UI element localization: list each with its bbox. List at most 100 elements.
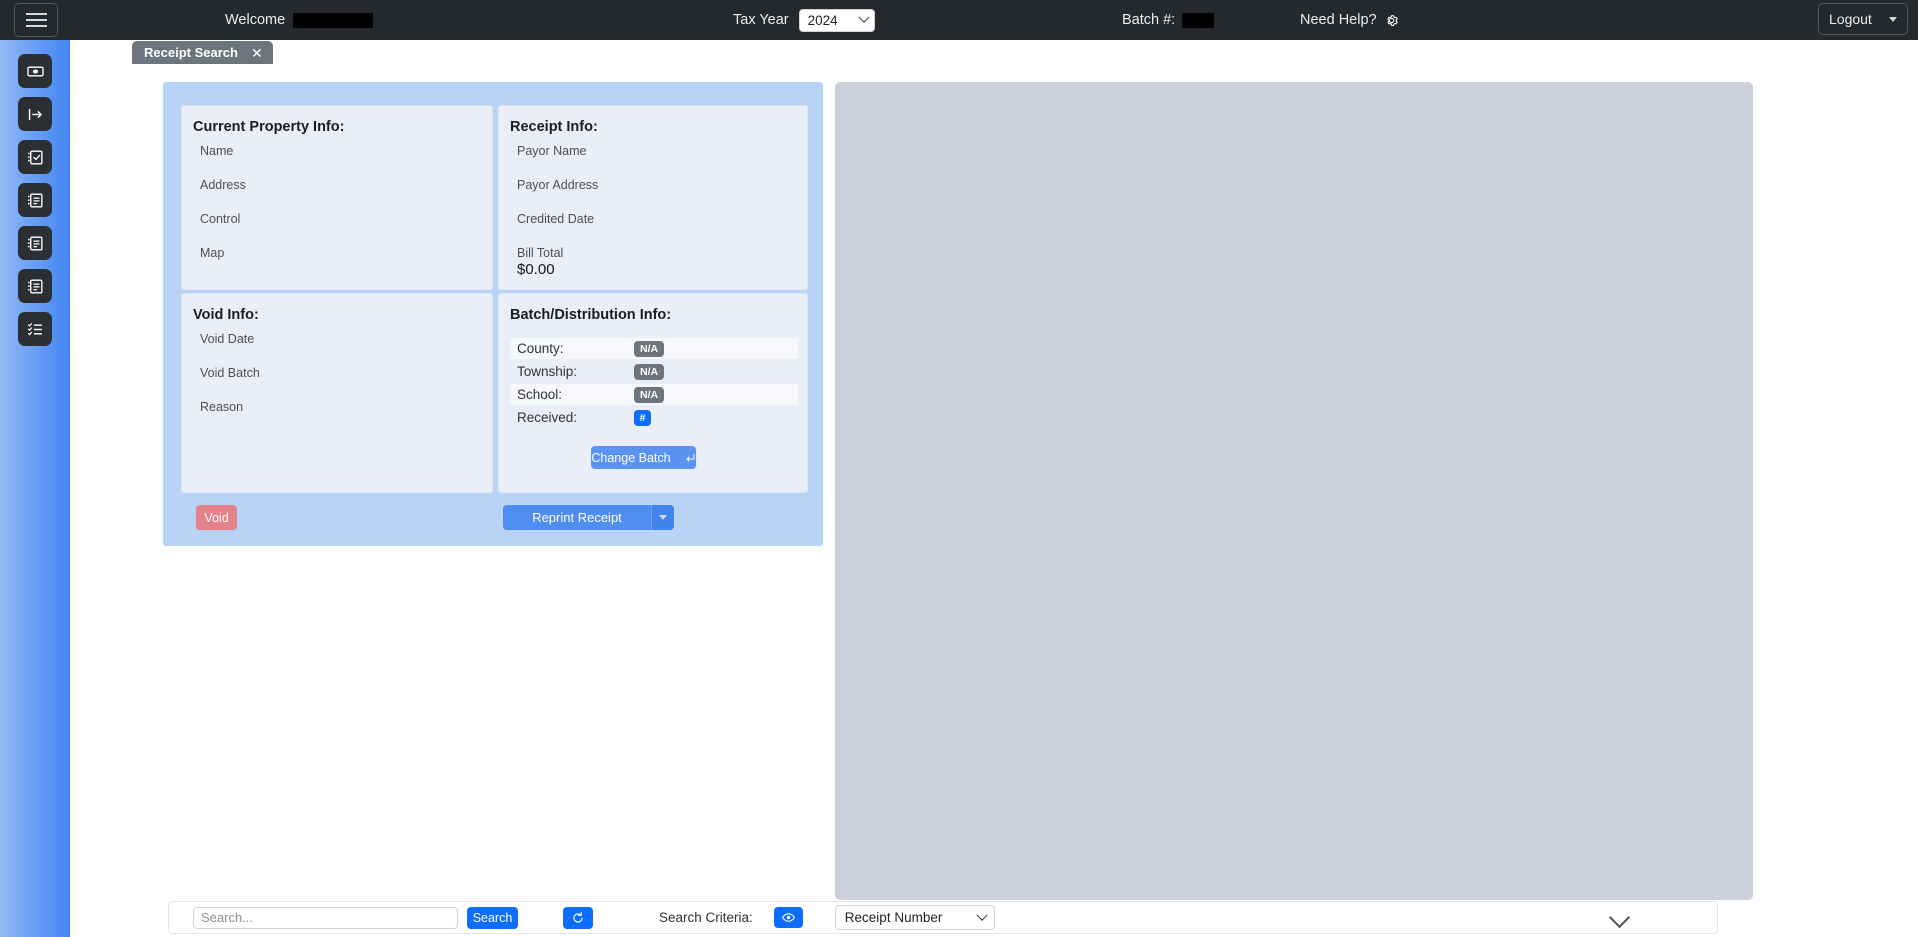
batch-distribution-info-panel: Batch/Distribution Info: County: N/A Tow… — [498, 293, 808, 493]
property-field-name-value — [200, 159, 492, 175]
batch-row-received-label: Received: — [517, 410, 578, 425]
close-icon[interactable]: ✕ — [251, 46, 263, 60]
sidebar-item-reports-2[interactable] — [18, 226, 52, 260]
void-field-date-label: Void Date — [200, 332, 255, 346]
property-field-control-label: Control — [200, 212, 241, 226]
batch-row-school-label: School: — [517, 387, 563, 402]
batch-number-group: Batch #: — [1122, 0, 1215, 40]
property-field-name-label: Name — [200, 144, 234, 158]
hamburger-icon-line — [25, 19, 47, 21]
top-bar: Welcome Tax Year 2024 Batch #: Need Help… — [0, 0, 1918, 40]
void-info-title: Void Info: — [193, 307, 259, 323]
need-help-label: Need Help? — [1300, 12, 1377, 28]
batch-row-received-badge: # — [634, 409, 651, 426]
refresh-icon — [573, 911, 583, 923]
batch-row-school-badge: N/A — [634, 386, 665, 403]
search-criteria-preview-button[interactable] — [773, 907, 803, 928]
receipt-field-bill-total-label: Bill Total — [517, 246, 564, 260]
sidebar-item-distribution[interactable] — [18, 97, 52, 131]
current-property-info-panel: Current Property Info: Name Address Cont… — [181, 105, 493, 290]
welcome-group: Welcome — [225, 0, 374, 40]
tab-strip: Receipt Search ✕ — [70, 40, 1918, 65]
receipt-field-credited-date-value — [517, 227, 807, 243]
property-field-map-value — [200, 261, 492, 277]
batch-value-redacted — [1182, 12, 1215, 28]
welcome-label: Welcome — [225, 12, 286, 28]
left-sidebar — [0, 40, 70, 937]
search-criteria-select[interactable]: Receipt Number — [834, 905, 995, 930]
property-field-address-label: Address — [200, 178, 246, 192]
batch-row-received: Received: # — [510, 407, 798, 428]
void-field-reason-label: Reason — [200, 400, 244, 414]
batch-row-county: County: N/A — [510, 338, 798, 359]
enter-return-icon — [686, 453, 695, 461]
batch-distribution-info-title: Batch/Distribution Info: — [510, 307, 672, 323]
hamburger-icon-line — [25, 13, 47, 15]
change-batch-label: Change Batch — [591, 450, 671, 465]
search-criteria-value: Receipt Number — [844, 910, 943, 925]
tab-label: Receipt Search — [144, 45, 238, 60]
void-field-reason-value — [200, 415, 492, 431]
clipboard-check-icon — [27, 149, 43, 165]
logout-label: Logout — [1829, 11, 1872, 27]
hamburger-menu-button[interactable] — [14, 3, 58, 37]
receipt-field-payor-address-value — [517, 193, 807, 209]
batch-row-school: School: N/A — [510, 384, 798, 405]
chevron-down-icon — [857, 11, 870, 23]
document-list-icon-1 — [27, 192, 43, 208]
batch-row-county-badge: N/A — [634, 340, 665, 357]
search-input[interactable] — [193, 906, 458, 929]
tax-year-group: Tax Year 2024 — [733, 0, 875, 40]
tab-receipt-search[interactable]: Receipt Search ✕ — [132, 41, 273, 64]
chevron-down-icon — [976, 909, 988, 921]
document-list-icon-3 — [27, 278, 43, 294]
hamburger-icon-line — [25, 25, 47, 27]
current-property-info-title: Current Property Info: — [193, 119, 345, 135]
receipt-info-title: Receipt Info: — [510, 119, 598, 135]
receipt-field-payor-name-label: Payor Name — [517, 144, 587, 158]
batch-row-township: Township: N/A — [510, 361, 798, 382]
change-batch-button[interactable]: Change Batch — [591, 446, 696, 469]
search-bar: Search Search Criteria: Receipt Number — [168, 901, 1718, 934]
eye-icon — [781, 913, 795, 922]
property-field-control-value — [200, 227, 492, 243]
receipt-field-payor-address-label: Payor Address — [517, 178, 599, 192]
need-help-link[interactable]: Need Help? — [1300, 0, 1399, 40]
batch-row-township-badge: N/A — [634, 363, 665, 380]
sidebar-item-tasks[interactable] — [18, 140, 52, 174]
reprint-receipt-dropdown-button[interactable] — [651, 505, 674, 530]
reprint-receipt-group: Reprint Receipt — [503, 505, 674, 530]
batch-row-township-label: Township: — [517, 364, 578, 379]
void-field-batch-label: Void Batch — [200, 366, 260, 380]
cash-bill-icon — [26, 65, 44, 77]
receipt-detail-card: Current Property Info: Name Address Cont… — [163, 82, 823, 546]
receipt-info-panel: Receipt Info: Payor Name Payor Address C… — [498, 105, 808, 290]
void-field-date-value — [200, 347, 492, 363]
tax-year-label: Tax Year — [733, 12, 789, 28]
property-field-map-label: Map — [200, 246, 225, 260]
sidebar-item-payments[interactable] — [18, 54, 52, 88]
search-button[interactable]: Search — [467, 906, 518, 929]
receipt-field-payor-name-value — [517, 159, 807, 175]
arrow-right-exit-icon — [28, 108, 42, 120]
search-criteria-label: Search Criteria: — [659, 910, 753, 925]
property-field-address-value — [200, 193, 492, 209]
void-button[interactable]: Void — [196, 505, 237, 530]
caret-down-icon — [659, 515, 667, 520]
void-field-batch-value — [200, 381, 492, 397]
reprint-receipt-button[interactable]: Reprint Receipt — [503, 505, 651, 530]
refresh-button[interactable] — [563, 906, 593, 929]
receipt-field-credited-date-label: Credited Date — [517, 212, 595, 226]
tax-year-select[interactable]: 2024 — [798, 8, 875, 32]
logout-button[interactable]: Logout — [1818, 3, 1908, 35]
sidebar-item-checklist[interactable] — [18, 312, 52, 346]
batch-row-county-label: County: — [517, 341, 564, 356]
sidebar-item-reports-3[interactable] — [18, 269, 52, 303]
gear-icon — [1386, 14, 1398, 26]
search-panel-expand-button[interactable] — [1608, 906, 1631, 929]
batch-label: Batch #: — [1122, 12, 1176, 28]
tax-year-value: 2024 — [807, 12, 838, 28]
checklist-icon — [27, 322, 42, 335]
caret-down-icon — [1889, 16, 1897, 22]
sidebar-item-reports-1[interactable] — [18, 183, 52, 217]
